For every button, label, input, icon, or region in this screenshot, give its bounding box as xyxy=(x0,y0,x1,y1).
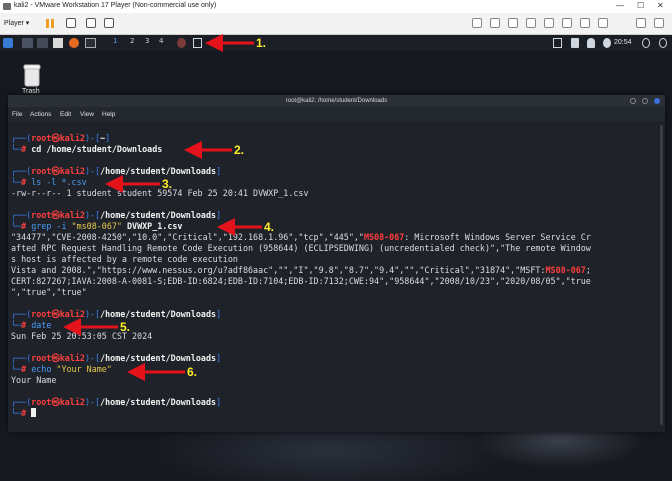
annotation-arrows xyxy=(63,34,262,381)
annotation-2: 2. xyxy=(234,143,245,157)
annotation-1: 1. xyxy=(256,36,267,50)
annotation-3: 3. xyxy=(162,177,173,191)
annotation-5: 5. xyxy=(120,320,131,334)
annotation-6: 6. xyxy=(187,365,198,379)
annotation-4: 4. xyxy=(264,220,275,234)
